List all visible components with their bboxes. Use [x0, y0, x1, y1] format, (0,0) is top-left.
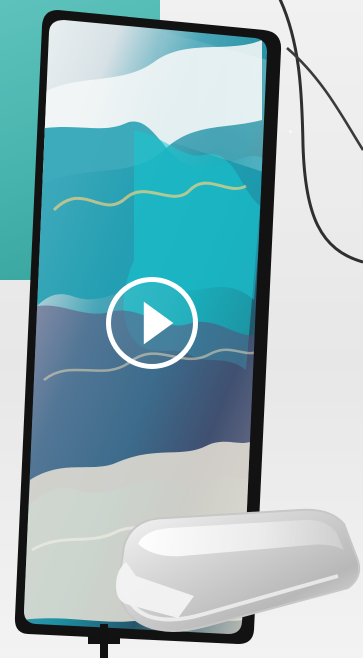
play-icon: [143, 301, 174, 345]
product-scene: [0, 0, 363, 658]
smartphone: [14, 10, 284, 644]
plus-icon: [84, 622, 124, 658]
play-button[interactable]: [106, 277, 198, 369]
